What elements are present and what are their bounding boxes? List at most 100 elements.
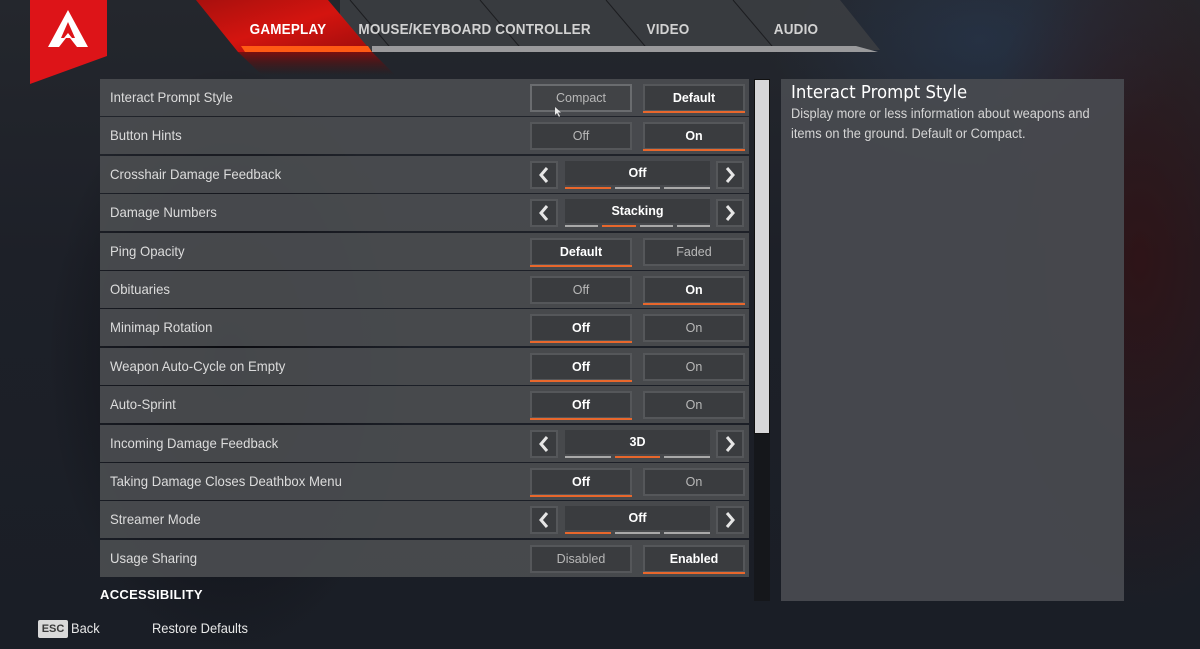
option-on-button[interactable]: On (643, 314, 745, 343)
setting-row-usage-sharing[interactable]: Usage Sharing Disabled Enabled (100, 539, 749, 577)
previous-option-button[interactable] (530, 160, 558, 189)
setting-label: Incoming Damage Feedback (110, 434, 279, 451)
setting-row-incoming-damage-feedback[interactable]: Incoming Damage Feedback 3D (100, 424, 749, 462)
setting-label: Usage Sharing (110, 549, 198, 566)
option-off-button[interactable]: Off (530, 352, 632, 382)
option-pip (664, 532, 711, 535)
section-heading-accessibility[interactable]: ACCESSIBILITY (100, 587, 203, 602)
option-pip (639, 225, 673, 228)
setting-row-weapon-auto-cycle[interactable]: Weapon Auto-Cycle on Empty Off On (100, 347, 749, 385)
apex-legends-logo-icon[interactable] (30, 0, 107, 84)
tab-video[interactable]: VIDEO (641, 21, 695, 41)
tab-active-underline (241, 46, 372, 52)
option-default-button[interactable]: Default (643, 84, 745, 113)
option-on-button[interactable]: On (643, 468, 745, 496)
option-off-button[interactable]: Off (530, 314, 632, 344)
next-option-button[interactable] (716, 199, 744, 228)
option-pip (664, 186, 711, 189)
chevron-right-icon (725, 166, 735, 183)
option-on-button[interactable]: On (643, 352, 745, 381)
tab-mouse-keyboard[interactable]: MOUSE/KEYBOARD (358, 21, 491, 41)
esc-key-hint: ESC (38, 620, 68, 638)
option-indicator (565, 186, 711, 190)
setting-label: Ping Opacity (110, 242, 185, 259)
setting-label: Crosshair Damage Feedback (110, 165, 282, 182)
option-off-button[interactable]: Off (530, 276, 632, 304)
option-pip-selected (602, 225, 636, 228)
option-pip (614, 186, 661, 189)
setting-label: Taking Damage Closes Deathbox Menu (110, 473, 342, 489)
setting-label: Button Hints (110, 127, 182, 144)
option-off-button[interactable]: Off (530, 391, 632, 421)
setting-row-auto-sprint[interactable]: Auto-Sprint Off On (100, 386, 749, 424)
setting-row-obituaries[interactable]: Obituaries Off On (100, 271, 749, 308)
option-pip-selected (565, 532, 611, 535)
option-pip (565, 455, 611, 458)
option-pip-selected (614, 455, 661, 458)
setting-row-interact-prompt-style[interactable]: Interact Prompt Style Compact Default (100, 79, 749, 116)
setting-row-ping-opacity[interactable]: Ping Opacity Default Faded (100, 232, 749, 270)
description-body: Display more or less information about w… (791, 106, 1090, 141)
chevron-left-icon (539, 166, 549, 183)
cycle-value: 3D (565, 429, 710, 454)
chevron-left-icon (539, 435, 549, 452)
setting-label: Damage Numbers (110, 204, 217, 221)
option-indicator (565, 532, 711, 535)
setting-row-damage-numbers[interactable]: Damage Numbers Stacking (100, 194, 749, 232)
setting-row-button-hints[interactable]: Button Hints Off On (100, 117, 749, 155)
option-pip-selected (565, 186, 611, 189)
option-pip (565, 225, 599, 228)
option-indicator (565, 455, 711, 459)
previous-option-button[interactable] (530, 429, 558, 458)
setting-label: Minimap Rotation (110, 319, 213, 336)
chevron-right-icon (725, 512, 735, 529)
setting-label: Weapon Auto-Cycle on Empty (110, 357, 286, 374)
option-on-button[interactable]: On (643, 122, 745, 152)
back-button[interactable]: Back (71, 620, 100, 636)
chevron-right-icon (725, 205, 735, 222)
tab-underline (372, 46, 878, 52)
previous-option-button[interactable] (530, 506, 558, 535)
setting-label: Interact Prompt Style (110, 89, 233, 105)
setting-row-streamer-mode[interactable]: Streamer Mode Off (100, 501, 749, 539)
option-compact-button[interactable]: Compact (530, 84, 632, 112)
next-option-button[interactable] (716, 160, 744, 189)
cycle-value: Off (565, 160, 710, 185)
setting-row-minimap-rotation[interactable]: Minimap Rotation Off On (100, 309, 749, 347)
tab-controller[interactable]: CONTROLLER (495, 21, 590, 41)
setting-label: Streamer Mode (110, 511, 201, 528)
option-indicator (565, 225, 710, 228)
settings-list: Interact Prompt Style Compact Default Bu… (100, 79, 749, 578)
tab-bar (196, 0, 880, 75)
option-pip (664, 455, 711, 458)
setting-row-taking-damage-closes-deathbox[interactable]: Taking Damage Closes Deathbox Menu Off O… (100, 463, 749, 500)
description-panel: Interact Prompt Style Display more or le… (781, 79, 1124, 601)
cycle-value: Stacking (565, 199, 710, 224)
option-enabled-button[interactable]: Enabled (643, 544, 745, 574)
option-on-button[interactable]: On (643, 391, 745, 420)
option-off-button[interactable]: Off (530, 122, 632, 151)
chevron-left-icon (539, 205, 549, 222)
chevron-left-icon (539, 512, 549, 529)
next-option-button[interactable] (716, 429, 744, 458)
previous-option-button[interactable] (530, 199, 558, 228)
tab-gameplay[interactable]: GAMEPLAY (245, 21, 331, 41)
restore-defaults-button[interactable]: Restore Defaults (152, 620, 248, 636)
cycle-value: Off (565, 506, 710, 531)
option-pip (614, 532, 661, 535)
option-on-button[interactable]: On (643, 276, 745, 305)
option-faded-button[interactable]: Faded (643, 237, 745, 266)
tab-audio[interactable]: AUDIO (768, 21, 824, 41)
setting-row-crosshair-damage-feedback[interactable]: Crosshair Damage Feedback Off (100, 155, 749, 193)
option-disabled-button[interactable]: Disabled (530, 544, 632, 573)
scrollbar-thumb[interactable] (754, 79, 770, 434)
description-title: Interact Prompt Style (791, 82, 968, 103)
tab-active-shadow (238, 52, 395, 75)
option-off-button[interactable]: Off (530, 468, 632, 497)
option-pip (676, 225, 710, 228)
setting-label: Auto-Sprint (110, 396, 176, 413)
setting-label: Obituaries (110, 281, 170, 297)
option-default-button[interactable]: Default (530, 237, 632, 267)
next-option-button[interactable] (716, 506, 744, 535)
chevron-right-icon (725, 435, 735, 452)
